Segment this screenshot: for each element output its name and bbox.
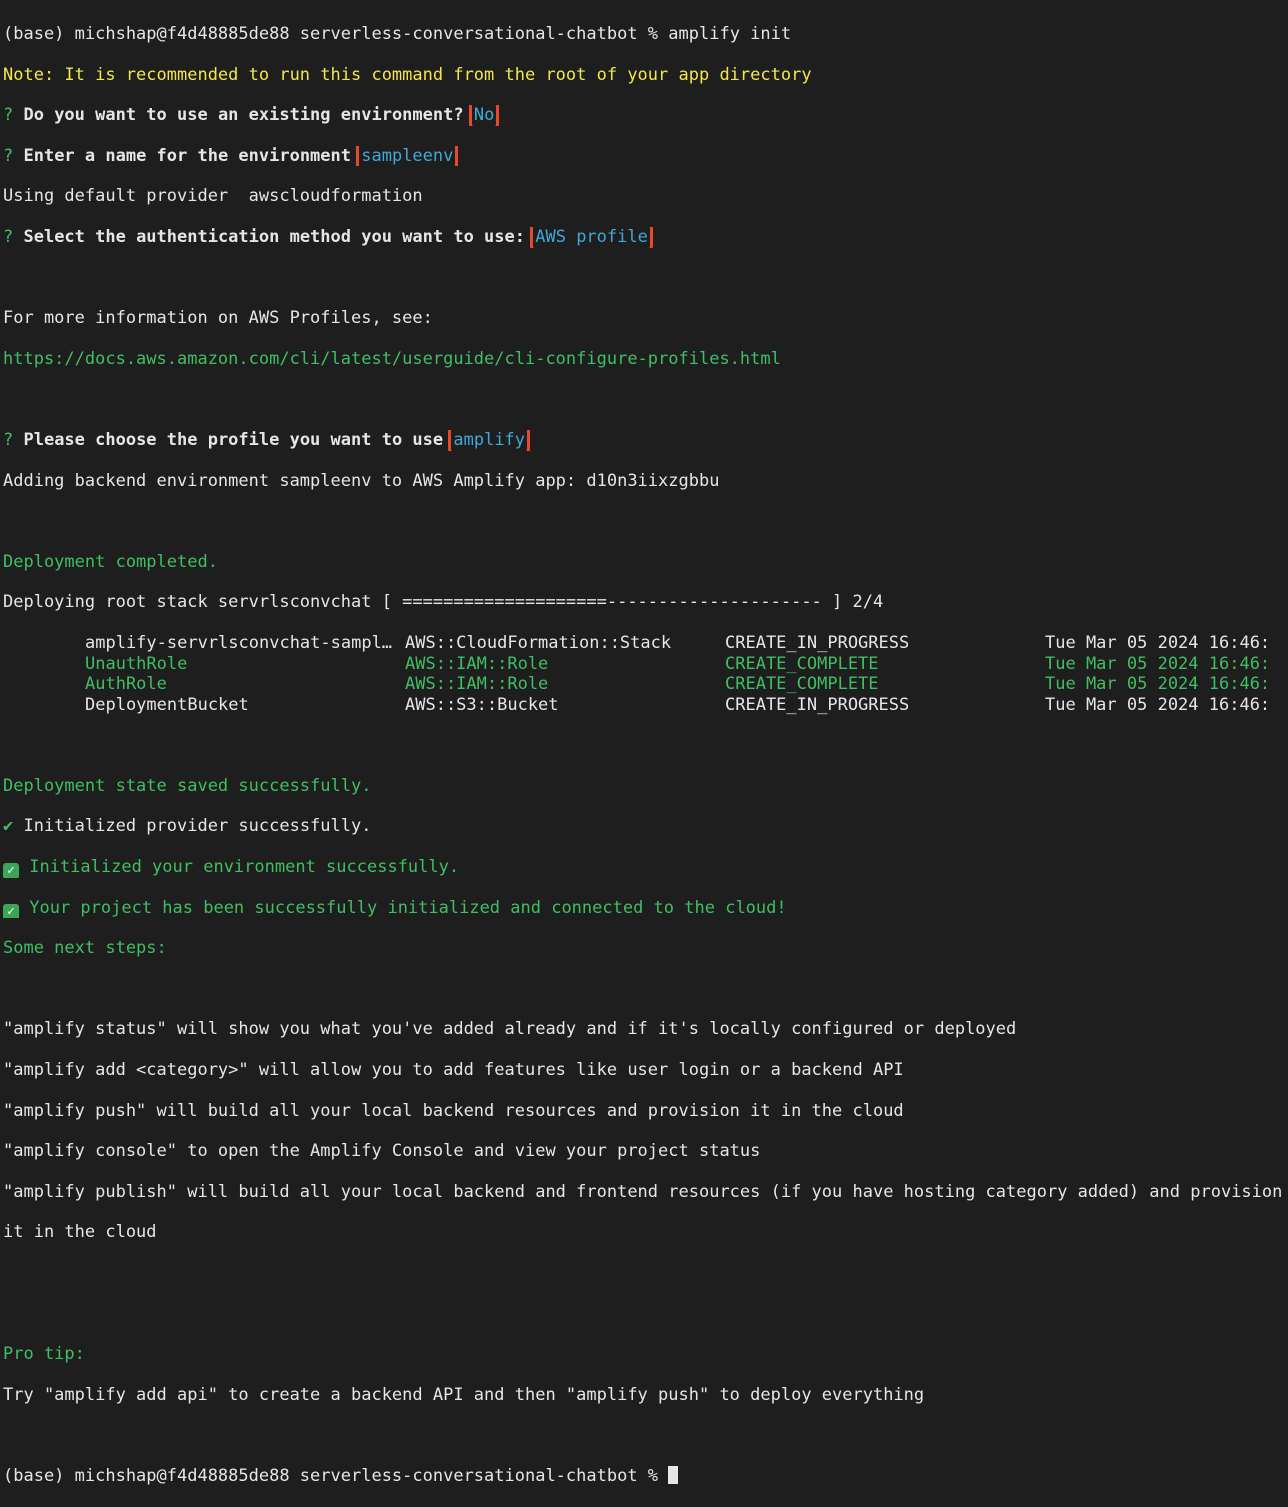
check-box-icon: ✓ bbox=[3, 863, 19, 878]
final-prompt-line[interactable]: (base) michshap@f4d48885de88 serverless-… bbox=[3, 1465, 1288, 1487]
profiles-url-link[interactable]: https://docs.aws.amazon.com/cli/latest/u… bbox=[3, 349, 1288, 370]
question-label: Do you want to use an existing environme… bbox=[23, 105, 464, 126]
deployment-completed-line: Deployment completed. bbox=[3, 551, 218, 572]
resource-type: AWS::CloudFormation::Stack bbox=[405, 632, 672, 653]
question-profile: ? Please choose the profile you want to … bbox=[3, 429, 1288, 451]
resource-name: DeploymentBucket bbox=[85, 694, 249, 715]
question-label: Enter a name for the environment bbox=[23, 145, 351, 166]
next-step-line: "amplify status" will show you what you'… bbox=[3, 1019, 1017, 1040]
state-saved-line: Deployment state saved successfully. bbox=[3, 775, 372, 796]
project-init-line: ✓ Your project has been successfully ini… bbox=[3, 898, 1288, 919]
init-env-line: ✓ Initialized your environment successfu… bbox=[3, 857, 1288, 878]
command-text: amplify init bbox=[668, 24, 792, 44]
answer-amplify-highlight: amplify bbox=[448, 429, 531, 451]
pro-tip-line: Try "amplify add api" to create a backen… bbox=[3, 1384, 925, 1405]
resource-name: UnauthRole bbox=[85, 653, 188, 674]
answer-no-highlight: No bbox=[468, 105, 500, 126]
resource-type: AWS::IAM::Role bbox=[405, 674, 549, 695]
resource-status: CREATE_IN_PROGRESS bbox=[725, 694, 910, 715]
project-init-text: Your project has been successfully initi… bbox=[19, 897, 787, 918]
next-step-line: it in the cloud bbox=[3, 1222, 157, 1243]
resource-time: Tue Mar 05 2024 16:46: bbox=[1045, 694, 1271, 715]
question-label: Please choose the profile you want to us… bbox=[23, 429, 444, 450]
resource-name: AuthRole bbox=[85, 674, 167, 695]
next-step-line: "amplify console" to open the Amplify Co… bbox=[3, 1141, 761, 1162]
resource-row: DeploymentBucket AWS::S3::Bucket CREATE_IN… bbox=[3, 695, 1288, 716]
question-mark: ? bbox=[3, 105, 24, 126]
init-provider-line: ✔ Initialized provider successfully. bbox=[3, 816, 1288, 837]
next-step-line: "amplify push" will build all your local… bbox=[3, 1100, 904, 1121]
adding-backend-line: Adding backend environment sampleenv to … bbox=[3, 470, 720, 491]
shell-prompt: (base) michshap@f4d48885de88 serverless-… bbox=[3, 1465, 669, 1486]
resource-row: UnauthRole AWS::IAM::Role CREATE_COMPLETE T… bbox=[3, 654, 1288, 675]
deploying-progress-line: Deploying root stack servrlsconvchat [ =… bbox=[3, 592, 884, 613]
resource-time: Tue Mar 05 2024 16:46: bbox=[1045, 674, 1271, 695]
resource-time: Tue Mar 05 2024 16:46: bbox=[1045, 653, 1271, 674]
resource-status: CREATE_IN_PROGRESS bbox=[725, 632, 910, 653]
resource-time: Tue Mar 05 2024 16:46: bbox=[1045, 632, 1271, 653]
next-step-line: "amplify publish" will build all your lo… bbox=[3, 1181, 1283, 1202]
resource-status: CREATE_COMPLETE bbox=[725, 653, 879, 674]
shell-prompt: (base) michshap@f4d48885de88 serverless-… bbox=[3, 24, 669, 44]
provider-line: Using default provider awscloudformation bbox=[3, 186, 423, 207]
resource-type: AWS::S3::Bucket bbox=[405, 694, 559, 715]
question-env-name: ? Enter a name for the environment sampl… bbox=[3, 145, 1288, 167]
checkmark-icon: ✔ bbox=[3, 816, 14, 837]
init-provider-text: Initialized provider successfully. bbox=[13, 816, 372, 837]
resource-type: AWS::IAM::Role bbox=[405, 653, 549, 674]
question-auth-method: ? Select the authentication method you w… bbox=[3, 226, 1288, 248]
terminal-window[interactable]: (base) michshap@f4d48885de88 serverless-… bbox=[0, 0, 1288, 1507]
resource-name: amplify-servrlsconvchat-sampl… bbox=[85, 632, 393, 653]
question-label: Select the authentication method you wan… bbox=[23, 226, 525, 247]
prompt-line: (base) michshap@f4d48885de88 serverless-… bbox=[3, 24, 1288, 45]
next-step-line: "amplify add <category>" will allow you … bbox=[3, 1060, 904, 1081]
question-mark: ? bbox=[3, 145, 24, 166]
question-mark: ? bbox=[3, 429, 24, 450]
resource-table: amplify-servrlsconvchat-sampl… AWS::Cloud… bbox=[3, 633, 1288, 715]
next-steps-title: Some next steps: bbox=[3, 938, 167, 959]
resource-row: AuthRole AWS::IAM::Role CREATE_COMPLETE Tue… bbox=[3, 674, 1288, 695]
resource-status: CREATE_COMPLETE bbox=[725, 674, 879, 695]
init-env-text: Initialized your environment successfull… bbox=[19, 857, 460, 878]
resource-row: amplify-servrlsconvchat-sampl… AWS::Cloud… bbox=[3, 633, 1288, 654]
check-box-icon: ✓ bbox=[3, 903, 19, 919]
question-mark: ? bbox=[3, 226, 24, 247]
answer-aws-profile-highlight: AWS profile bbox=[530, 226, 653, 248]
answer-sampleenv-highlight: sampleenv bbox=[356, 145, 459, 167]
question-existing-env: ? Do you want to use an existing environ… bbox=[3, 105, 1288, 126]
cursor-block-icon[interactable] bbox=[668, 1465, 679, 1484]
profiles-info-line: For more information on AWS Profiles, se… bbox=[3, 308, 433, 329]
note-line: Note: It is recommended to run this comm… bbox=[3, 64, 812, 85]
pro-tip-title: Pro tip: bbox=[3, 1344, 85, 1365]
